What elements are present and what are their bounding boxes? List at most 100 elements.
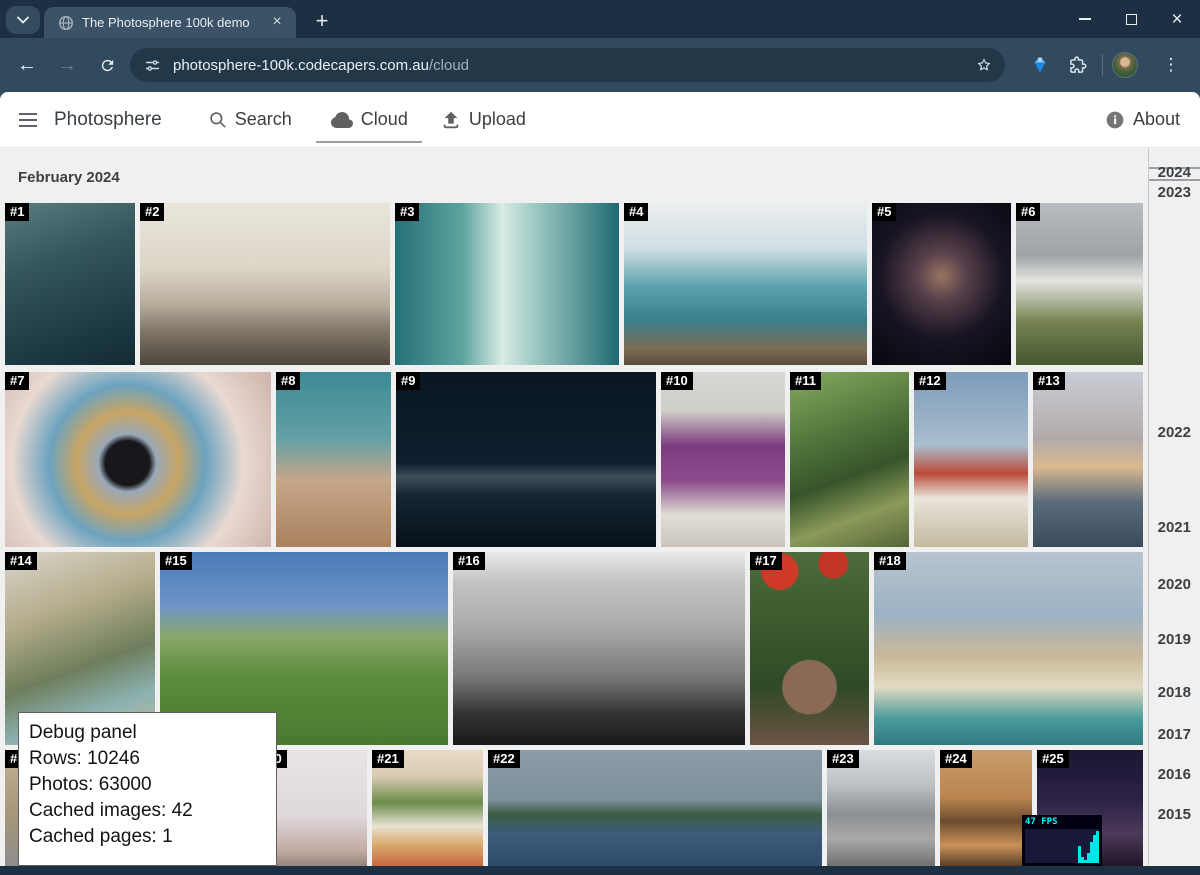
nav-item-label: Search xyxy=(235,109,292,130)
active-tab-underline xyxy=(316,141,422,143)
photo-thumbnail[interactable]: #4 xyxy=(624,203,867,365)
hamburger-menu-icon[interactable] xyxy=(16,108,40,132)
maximize-icon xyxy=(1126,14,1137,25)
photo-thumbnail[interactable]: #24 xyxy=(940,750,1032,866)
extensions-puzzle-icon[interactable] xyxy=(1066,53,1090,77)
nav-item-about[interactable]: About xyxy=(1105,109,1180,130)
browser-toolbar: ← → photosphere-100k.codecapers.com.au/c… xyxy=(0,38,1200,92)
timeline-year[interactable]: 2023 xyxy=(1158,184,1191,201)
photo-index-badge: #6 xyxy=(1016,203,1040,221)
forward-button[interactable]: → xyxy=(54,52,80,78)
url-path: /cloud xyxy=(429,57,469,74)
gem-extension-icon[interactable] xyxy=(1028,53,1052,77)
url-host: photosphere-100k.codecapers.com.au xyxy=(173,57,429,74)
photo-gallery: February 2024 #1 #2 #3 #4 #5 #6 #7 #8 #9 xyxy=(0,148,1200,866)
photo-index-badge: #15 xyxy=(160,552,192,570)
close-icon: × xyxy=(1171,10,1182,29)
photo-index-badge: #1 xyxy=(5,203,29,221)
photo-index-badge: #25 xyxy=(1037,750,1069,768)
year-timeline[interactable]: 2024 2023 2022 2021 2020 2019 2018 2017 … xyxy=(1148,148,1200,866)
photo-index-badge: #17 xyxy=(750,552,782,570)
browser-tab[interactable]: The Photosphere 100k demo × xyxy=(44,7,296,38)
photo-index-badge: #9 xyxy=(396,372,420,390)
search-icon xyxy=(208,110,228,130)
globe-icon xyxy=(58,15,74,31)
photo-thumbnail[interactable]: #8 xyxy=(276,372,391,547)
photo-thumbnail[interactable]: #6 xyxy=(1016,203,1143,365)
photo-index-badge: #2 xyxy=(140,203,164,221)
window-minimize-button[interactable] xyxy=(1062,0,1108,38)
photo-thumbnail[interactable]: #7 xyxy=(5,372,271,547)
cloud-icon xyxy=(330,108,354,132)
new-tab-button[interactable]: + xyxy=(308,8,336,36)
photo-thumbnail[interactable]: #18 xyxy=(874,552,1143,745)
photo-thumbnail[interactable]: #1 xyxy=(5,203,135,365)
photo-index-badge: #24 xyxy=(940,750,972,768)
photo-index-badge: #12 xyxy=(914,372,946,390)
window-maximize-button[interactable] xyxy=(1108,0,1154,38)
photo-thumbnail[interactable]: #23 xyxy=(827,750,935,866)
address-bar[interactable]: photosphere-100k.codecapers.com.au/cloud xyxy=(130,48,1005,82)
nav-item-label: Upload xyxy=(469,109,526,130)
fps-value: 47 FPS xyxy=(1025,817,1099,827)
photo-thumbnail[interactable]: #21 xyxy=(372,750,483,866)
timeline-year[interactable]: 2015 xyxy=(1158,806,1191,823)
upload-icon xyxy=(440,109,462,131)
chevron-down-icon xyxy=(17,16,29,24)
timeline-year[interactable]: 2024 xyxy=(1158,164,1191,181)
app-navbar: Photosphere Search Cloud xyxy=(0,92,1200,148)
photo-thumbnail[interactable]: #3 xyxy=(395,203,619,365)
fps-meter[interactable]: 47 FPS xyxy=(1022,815,1102,866)
reload-button[interactable] xyxy=(94,52,120,78)
browser-titlebar: The Photosphere 100k demo × + × xyxy=(0,0,1200,38)
timeline-year[interactable]: 2018 xyxy=(1158,684,1191,701)
photo-index-badge: #8 xyxy=(276,372,300,390)
photo-index-badge: #11 xyxy=(790,372,821,390)
tab-search-button[interactable] xyxy=(6,6,40,34)
photo-thumbnail[interactable]: #12 xyxy=(914,372,1028,547)
timeline-year[interactable]: 2019 xyxy=(1158,631,1191,648)
profile-avatar[interactable] xyxy=(1112,52,1138,78)
photo-index-badge: #14 xyxy=(5,552,37,570)
web-content: Photosphere Search Cloud xyxy=(0,92,1200,866)
nav-item-cloud[interactable]: Cloud xyxy=(316,92,422,148)
timeline-year[interactable]: 2016 xyxy=(1158,766,1191,783)
photo-thumbnail[interactable]: #16 xyxy=(453,552,745,745)
photo-index-badge: #3 xyxy=(395,203,419,221)
photo-index-badge: #22 xyxy=(488,750,520,768)
photo-index-badge: #7 xyxy=(5,372,29,390)
back-button[interactable]: ← xyxy=(14,52,40,78)
debug-panel-line: Rows: 10246 xyxy=(29,746,268,772)
nav-item-upload[interactable]: Upload xyxy=(434,92,532,148)
debug-panel-title: Debug panel xyxy=(29,720,268,746)
timeline-year[interactable]: 2020 xyxy=(1158,576,1191,593)
browser-window: The Photosphere 100k demo × + × ← → phot… xyxy=(0,0,1200,875)
window-controls: × xyxy=(1062,0,1200,38)
photo-thumbnail[interactable]: #2 xyxy=(140,203,390,365)
nav-item-search[interactable]: Search xyxy=(202,92,298,148)
window-close-button[interactable]: × xyxy=(1154,0,1200,38)
browser-menu-icon[interactable]: ⋮ xyxy=(1158,52,1184,78)
info-icon xyxy=(1105,110,1125,130)
photo-index-badge: #4 xyxy=(624,203,648,221)
tab-close-icon[interactable]: × xyxy=(268,14,286,32)
site-settings-icon[interactable] xyxy=(144,57,161,74)
nav-item-label: Cloud xyxy=(361,109,408,130)
timeline-year[interactable]: 2022 xyxy=(1158,424,1191,441)
photo-thumbnail[interactable]: #13 xyxy=(1033,372,1143,547)
photo-thumbnail[interactable]: #10 xyxy=(661,372,785,547)
photo-thumbnail[interactable]: #5 xyxy=(872,203,1011,365)
photo-index-badge: #13 xyxy=(1033,372,1065,390)
bookmark-star-icon[interactable] xyxy=(975,56,993,74)
photo-thumbnail[interactable]: #9 xyxy=(396,372,656,547)
photo-thumbnail[interactable]: #17 xyxy=(750,552,869,745)
toolbar-divider xyxy=(1102,54,1103,76)
debug-panel-line: Cached pages: 1 xyxy=(29,824,268,850)
photo-thumbnail[interactable]: #11 xyxy=(790,372,909,547)
photo-index-badge: #23 xyxy=(827,750,859,768)
url-text[interactable]: photosphere-100k.codecapers.com.au/cloud xyxy=(173,57,975,74)
photo-index-badge: #10 xyxy=(661,372,693,390)
timeline-year[interactable]: 2021 xyxy=(1158,519,1191,536)
timeline-year[interactable]: 2017 xyxy=(1158,726,1191,743)
photo-thumbnail[interactable]: #22 xyxy=(488,750,822,866)
